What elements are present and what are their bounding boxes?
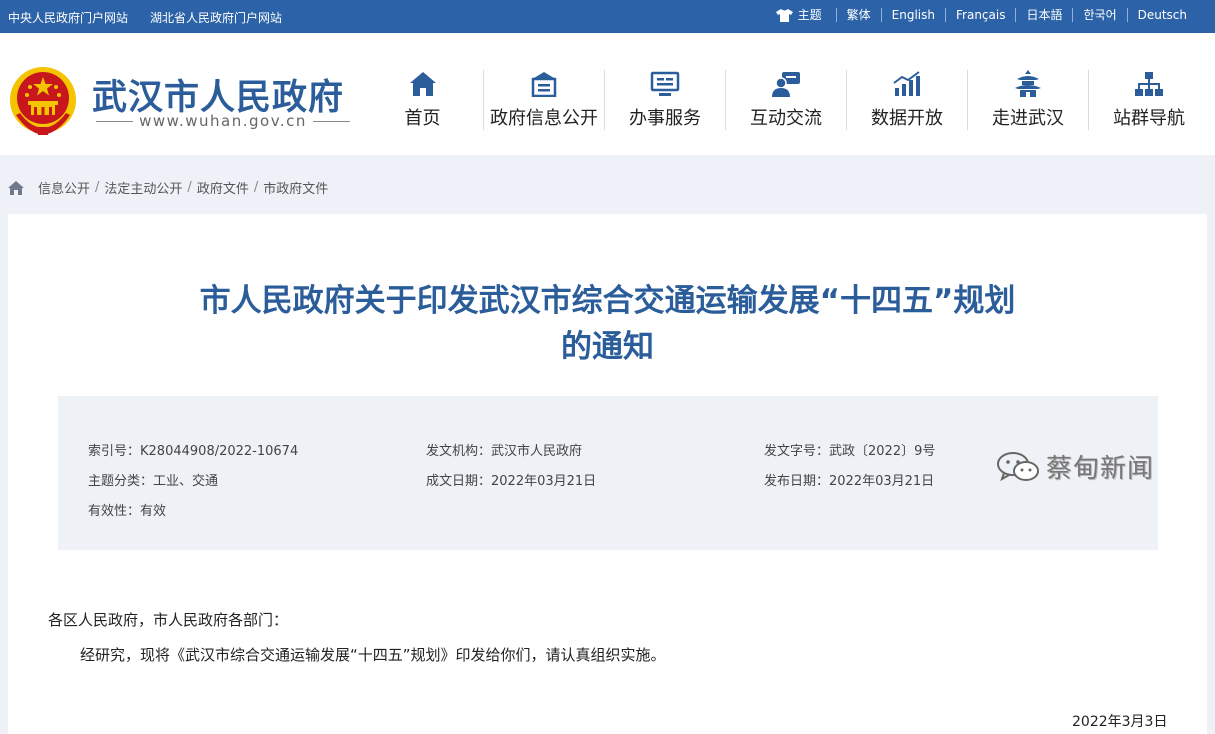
hubei-gov-link[interactable]: 湖北省人民政府门户网站 — [150, 9, 282, 26]
theme-label: 主题 — [797, 8, 822, 22]
divider — [96, 120, 134, 122]
nav-open-data[interactable]: 数据开放 — [846, 70, 967, 130]
lang-korean[interactable]: 한국어 — [1072, 8, 1126, 22]
home-icon — [409, 72, 436, 96]
nav-services[interactable]: 办事服务 — [604, 70, 725, 130]
document-title: 市人民政府关于印发武汉市综合交通运输发展“十四五”规划 的通知 — [8, 278, 1207, 370]
meta-issuer: 发文机构：武汉市人民政府 — [426, 444, 583, 459]
breadcrumb-item[interactable]: 市政府文件 — [263, 178, 328, 197]
top-bar: 中央人民政府门户网站 湖北省人民政府门户网站 主题 繁体 English Fra… — [0, 0, 1215, 33]
site-url-text: www.wuhan.gov.cn — [139, 112, 307, 130]
meta-published-date: 发布日期：2022年03月21日 — [764, 474, 935, 489]
sitemap-icon — [1135, 71, 1163, 96]
shirt-icon — [775, 8, 793, 22]
meta-created-date: 成文日期：2022年03月21日 — [426, 474, 597, 489]
bar-chart-icon — [893, 70, 920, 96]
nav-label: 走进武汉 — [992, 108, 1064, 129]
lang-japanese[interactable]: 日本語 — [1015, 8, 1072, 22]
national-emblem-icon[interactable] — [8, 65, 78, 137]
nav-label: 政府信息公开 — [490, 108, 598, 129]
document-title-line: 的通知 — [561, 329, 654, 365]
home-icon[interactable] — [8, 180, 24, 195]
divider — [312, 120, 351, 122]
body-paragraph: 经研究，现将《武汉市综合交通运输发展“十四五”规划》印发给你们，请认真组织实施。 — [80, 646, 666, 664]
lang-english[interactable]: English — [880, 8, 945, 22]
nav-about-wuhan[interactable]: 走进武汉 — [967, 70, 1088, 130]
meta-doc-no: 发文字号：武政〔2022〕9号 — [764, 444, 936, 459]
watermark-text: 蔡甸新闻 — [1046, 454, 1155, 484]
lang-german[interactable]: Deutsch — [1126, 8, 1197, 22]
chat-user-icon — [772, 71, 800, 97]
breadcrumb-separator: / — [95, 180, 100, 195]
language-bar: 主题 繁体 English Français 日本語 한국어 Deutsch — [766, 8, 1197, 22]
document-title-line: 市人民政府关于印发武汉市综合交通运输发展“十四五”规划 — [199, 283, 1016, 319]
nav-home[interactable]: 首页 — [362, 70, 483, 130]
breadcrumb-separator: / — [187, 180, 192, 195]
nav-interaction[interactable]: 互动交流 — [725, 70, 846, 130]
main-nav: 首页 政府信息公开 办事服务 互动交流 数据开放 走进武汉 站群导航 — [362, 70, 1209, 130]
theme-switch[interactable]: 主题 — [766, 8, 836, 22]
nav-label: 办事服务 — [629, 108, 701, 129]
breadcrumb-item[interactable]: 法定主动公开 — [104, 178, 182, 197]
lang-traditional[interactable]: 繁体 — [835, 8, 881, 22]
site-url: www.wuhan.gov.cn — [96, 112, 351, 130]
central-gov-link[interactable]: 中央人民政府门户网站 — [8, 9, 128, 26]
meta-topic: 主题分类：工业、交通 — [88, 474, 219, 489]
portal-links: 中央人民政府门户网站 湖北省人民政府门户网站 — [8, 9, 282, 26]
nav-label: 数据开放 — [871, 108, 943, 129]
wechat-icon — [997, 451, 1039, 481]
lang-french[interactable]: Français — [945, 8, 1015, 22]
meta-index-no: 索引号：K28044908/2022-10674 — [88, 444, 299, 459]
breadcrumb-item[interactable]: 信息公开 — [38, 178, 90, 197]
nav-site-group[interactable]: 站群导航 — [1088, 70, 1209, 130]
nav-label: 站群导航 — [1113, 108, 1185, 129]
document-meta-box: 索引号：K28044908/2022-10674 发文机构：武汉市人民政府 发文… — [58, 396, 1158, 550]
building-icon — [531, 72, 557, 97]
meta-validity: 有效性：有效 — [88, 504, 167, 519]
salutation: 各区人民政府，市人民政府各部门： — [48, 611, 289, 629]
nav-label: 互动交流 — [750, 108, 822, 129]
nav-label: 首页 — [404, 108, 441, 129]
nav-gov-info[interactable]: 政府信息公开 — [483, 70, 604, 130]
monitor-icon — [650, 71, 680, 96]
document-date: 2022年3月3日 — [1072, 714, 1168, 730]
breadcrumb: 信息公开 / 法定主动公开 / 政府文件 / 市政府文件 — [8, 178, 328, 197]
breadcrumb-separator: / — [253, 180, 259, 195]
site-header: 武汉市人民政府 www.wuhan.gov.cn 首页 政府信息公开 办事服务 … — [0, 33, 1215, 155]
breadcrumb-item[interactable]: 政府文件 — [197, 178, 249, 197]
watermark: 蔡甸新闻 — [996, 448, 1154, 485]
pagoda-icon — [1015, 70, 1041, 97]
